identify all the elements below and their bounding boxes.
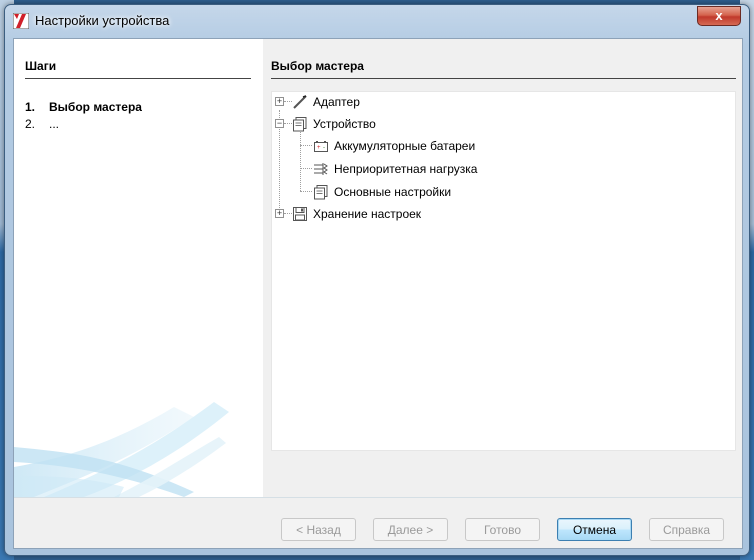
tree-node-label: Устройство — [313, 117, 376, 131]
dialog-client-area: Шаги 1. Выбор мастера 2.... Выбор мастер… — [13, 38, 743, 549]
finish-button[interactable]: Готово — [465, 518, 540, 541]
step-item-2: 2.... — [25, 117, 59, 131]
window-title: Настройки устройства — [35, 13, 170, 28]
expand-adapter-toggle[interactable]: + — [275, 97, 284, 106]
tree-node-label: Основные настройки — [334, 185, 452, 199]
close-button[interactable]: x — [697, 6, 741, 26]
floppy-icon — [293, 207, 307, 221]
step-number: 1. — [25, 100, 36, 114]
steps-heading: Шаги — [25, 59, 57, 73]
cancel-button[interactable]: Отмена — [557, 518, 632, 541]
window-icon — [314, 185, 328, 200]
window-icon — [293, 117, 307, 132]
tree-connector — [300, 168, 312, 169]
next-button[interactable]: Далее > — [373, 518, 448, 541]
tree-node-label: Адаптер — [313, 95, 360, 109]
svg-text:-: - — [323, 145, 325, 151]
decorative-wave-graphic — [14, 402, 229, 497]
tree-connector — [300, 191, 312, 192]
collapse-device-toggle[interactable]: − — [275, 119, 284, 128]
button-bar: < Назад Далее > Готово Отмена Справка — [14, 497, 742, 548]
tree-connector — [300, 132, 301, 191]
tree-connector — [300, 145, 312, 146]
settings-tree[interactable]: + Адаптер − Устройство + - Аккумуляторны… — [271, 91, 736, 451]
step-item-1: 1. Выбор мастера — [25, 100, 142, 114]
tree-node-label: Аккумуляторные батареи — [334, 139, 476, 153]
wizard-selection-pane: Выбор мастера + Адаптер − Устройство + -… — [263, 39, 742, 497]
pane-heading: Выбор мастера — [271, 59, 364, 73]
pen-icon — [293, 95, 307, 109]
tree-node-label: Хранение настроек — [313, 207, 422, 221]
tree-connector — [284, 101, 292, 102]
help-button[interactable]: Справка — [649, 518, 724, 541]
device-settings-dialog: Настройки устройства x Шаги 1. Выбор маст… — [4, 4, 750, 556]
step-label: Выбор мастера — [49, 100, 142, 114]
pane-divider — [271, 78, 736, 79]
step-number: 2. — [25, 117, 36, 131]
steps-divider — [25, 78, 251, 79]
app-icon — [13, 13, 29, 29]
step-label: ... — [49, 117, 60, 131]
load-icon — [314, 163, 328, 175]
svg-text:+: + — [317, 145, 321, 151]
title-bar[interactable]: Настройки устройства x — [5, 5, 749, 37]
tree-connector — [284, 123, 292, 124]
close-icon: x — [715, 8, 723, 23]
steps-pane: Шаги 1. Выбор мастера 2.... — [14, 39, 263, 497]
tree-node-label: Неприоритетная нагрузка — [334, 162, 478, 176]
expand-storage-toggle[interactable]: + — [275, 209, 284, 218]
battery-icon: + - — [314, 141, 328, 152]
back-button[interactable]: < Назад — [281, 518, 356, 541]
tree-connector — [284, 213, 292, 214]
